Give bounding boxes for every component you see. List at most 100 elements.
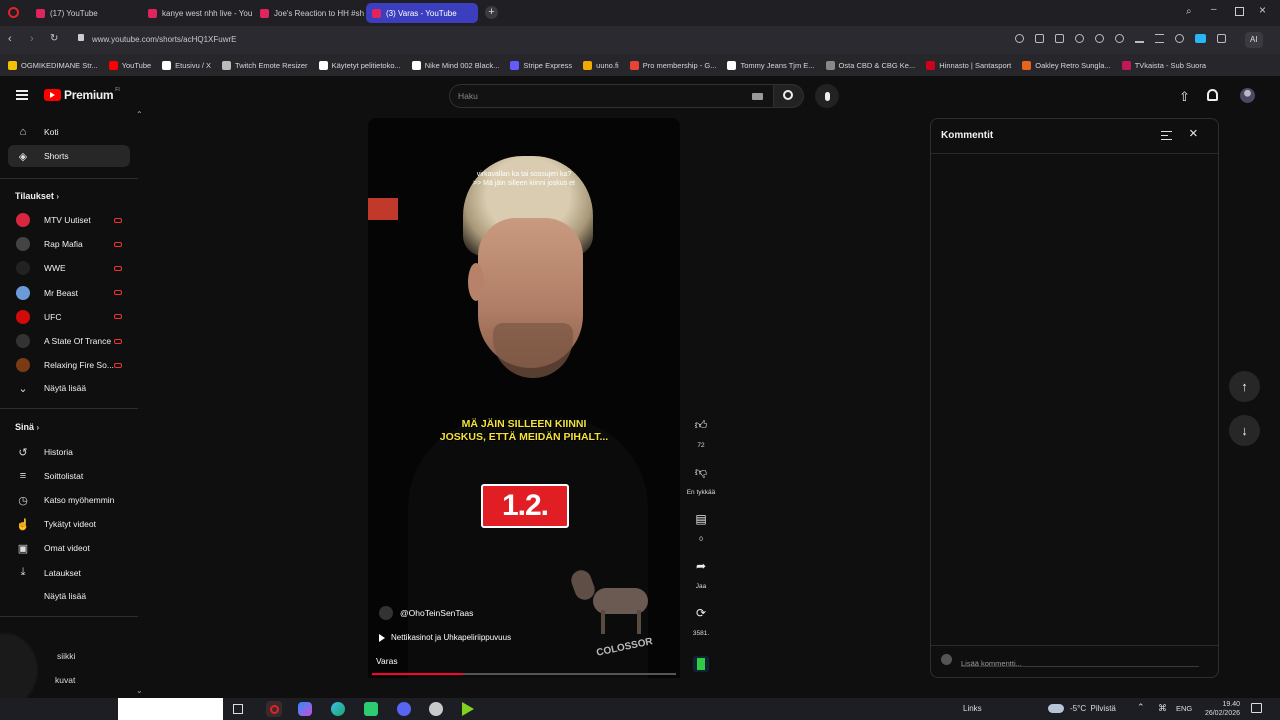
add-comment-input[interactable]: Lisää kommentti... xyxy=(961,653,1199,668)
share-button[interactable]: ➦ Jaa xyxy=(688,553,714,590)
browser-tab[interactable]: kanye west nhh live - You xyxy=(142,3,252,23)
browser-tab[interactable]: (17) YouTube xyxy=(30,3,140,23)
edge-icon[interactable] xyxy=(331,702,345,716)
sidebar-subscription[interactable]: UFC xyxy=(8,306,130,328)
sidebar-item-soittolistat[interactable]: ≡ Soittolistat xyxy=(8,465,130,487)
sidebar-partial-item[interactable]: siikki xyxy=(57,651,75,661)
upload-icon[interactable]: ⇧ xyxy=(1179,89,1190,105)
you-header[interactable]: Sinä › xyxy=(15,422,39,432)
bookmark-item[interactable]: Hinnasto | Santasport xyxy=(926,60,1011,70)
links-toolbar[interactable]: Links xyxy=(963,704,982,713)
zoom-icon[interactable] xyxy=(1015,34,1024,43)
url-field[interactable]: www.youtube.com/shorts/acHQ1XFuwrE xyxy=(92,35,237,44)
forward-button[interactable]: › xyxy=(30,33,34,45)
bookmark-item[interactable]: YouTube xyxy=(108,60,151,70)
bookmark-item[interactable]: Twitch Emote Resizer xyxy=(222,60,308,70)
scroll-up-arrow[interactable]: ⌃ xyxy=(136,110,143,119)
bookmark-item[interactable]: uuno.fi xyxy=(583,60,619,70)
new-tab-button[interactable]: + xyxy=(485,6,498,19)
app-icon[interactable] xyxy=(429,702,443,716)
sort-icon[interactable] xyxy=(1161,131,1172,140)
subscriptions-header[interactable]: Tilaukset › xyxy=(15,191,59,201)
heart-icon[interactable] xyxy=(1115,34,1124,43)
browser-tab[interactable]: Joe's Reaction to HH #sh xyxy=(254,3,364,23)
sidebar-partial-item[interactable]: kuvat xyxy=(55,675,75,685)
voice-search-button[interactable] xyxy=(815,84,839,108)
browser-tab-active[interactable]: (3) Varas - YouTube xyxy=(366,3,478,23)
sidebar-subscription[interactable]: Rap Mafia xyxy=(8,233,130,255)
sidebar-subscription[interactable]: A State Of Trance xyxy=(8,330,130,352)
thumbs-up-button[interactable]: 👍︎ 72 xyxy=(688,412,714,450)
close-comments-icon[interactable]: × xyxy=(1189,125,1198,142)
sidebar-show-more[interactable]: ⌄ Näytä lisää xyxy=(8,377,130,399)
search-box[interactable]: Haku xyxy=(449,84,774,108)
bookmark-item[interactable]: Nike Mind 002 Black... xyxy=(411,60,499,70)
sidebar-item-omat-videot[interactable]: ▣ Omat videot xyxy=(8,537,130,559)
maximize-button[interactable] xyxy=(1235,7,1244,16)
minimize-button[interactable]: – xyxy=(1211,4,1217,15)
bookmark-item[interactable]: Tommy Jeans Tjm E... xyxy=(727,60,815,70)
opera-taskbar-icon[interactable] xyxy=(266,701,282,717)
progress-track[interactable] xyxy=(372,673,676,675)
weather-text[interactable]: -5°C Pilvistä xyxy=(1070,704,1116,713)
remix-button[interactable]: ⟳ 3581. xyxy=(688,600,714,637)
sidebar-item-tykätyt-videot[interactable]: ☝ Tykätyt videot xyxy=(8,513,130,535)
back-button[interactable]: ‹ xyxy=(8,33,12,45)
next-short-button[interactable]: ↓ xyxy=(1229,415,1260,446)
bookmark-item[interactable]: Stripe Express xyxy=(510,60,572,70)
reload-button[interactable]: ↻ xyxy=(50,33,58,44)
previous-short-button[interactable]: ↑ xyxy=(1229,371,1260,402)
tray-chevron-icon[interactable]: ⌃ xyxy=(1137,702,1145,713)
sidebar-item-home[interactable]: ⌂ Koti xyxy=(8,121,130,143)
close-window-button[interactable]: × xyxy=(1259,3,1266,17)
sidebar-item-shorts[interactable]: ◈ Shorts xyxy=(8,145,130,167)
game-launcher-icon[interactable] xyxy=(462,702,474,716)
bookmark-item[interactable]: Oakley Retro Sungla... xyxy=(1022,60,1111,70)
notification-center-icon[interactable] xyxy=(1251,703,1262,713)
sidebar-item-katso-myöhemmin[interactable]: ◷ Katso myöhemmin xyxy=(8,489,130,511)
clock[interactable]: 19.40 26/02/2026 xyxy=(1200,700,1240,718)
bookmark-item[interactable]: OGMIKEDIMANE Str... xyxy=(8,60,98,70)
network-icon[interactable]: ⌘ xyxy=(1158,703,1167,714)
edit-icon[interactable] xyxy=(1035,34,1044,43)
bookmark-item[interactable]: Pro membership - G... xyxy=(629,60,716,70)
comment-button[interactable]: ▤ 0 xyxy=(688,506,714,543)
copilot-icon[interactable] xyxy=(298,702,312,716)
spotify-like-icon[interactable] xyxy=(364,702,378,716)
sidebar-subscription[interactable]: Mr Beast xyxy=(8,282,130,304)
discord-icon[interactable] xyxy=(397,702,411,716)
tab-search-icon[interactable]: ⌕ xyxy=(1186,6,1192,17)
player-icon[interactable] xyxy=(1095,34,1104,43)
sidebar-show-more-2[interactable]: Näytä lisää xyxy=(8,585,130,607)
opera-logo-icon[interactable] xyxy=(8,7,19,18)
youtube-logo[interactable]: Premium FI xyxy=(44,87,120,102)
notifications-bell-icon[interactable] xyxy=(1207,89,1218,101)
thumbs-down-button[interactable]: 👎︎ En tykkää xyxy=(687,459,716,497)
bookmark-item[interactable]: Etusivu / X xyxy=(162,60,211,70)
sidebar-item-lataukset[interactable]: ⤓ Lataukset xyxy=(8,562,130,584)
sound-thumbnail[interactable] xyxy=(693,656,709,672)
bookmark-item[interactable]: TVkaista - Sub Suora xyxy=(1121,60,1206,70)
keyboard-icon[interactable] xyxy=(752,93,763,100)
language-indicator[interactable]: ENG xyxy=(1176,704,1192,713)
sidebar-item-historia[interactable]: ↺ Historia xyxy=(8,441,130,463)
extension-puzzle-icon[interactable] xyxy=(1217,34,1226,43)
scroll-down-arrow[interactable]: ⌄ xyxy=(136,686,143,695)
account-avatar[interactable] xyxy=(1240,88,1255,103)
sidebar-subscription[interactable]: Relaxing Fire So... xyxy=(8,354,130,376)
taskbar-search-box[interactable] xyxy=(118,698,223,720)
sidebar-subscription[interactable]: MTV Uutiset xyxy=(8,209,130,231)
profile-icon[interactable] xyxy=(1175,34,1184,43)
bookmark-item[interactable]: Osta CBD & CBG Ke... xyxy=(825,60,915,70)
camera-icon[interactable] xyxy=(1055,34,1064,43)
vpn-icon[interactable] xyxy=(1075,34,1084,43)
menu-icon[interactable] xyxy=(1155,34,1164,43)
task-view-icon[interactable] xyxy=(233,704,243,714)
bookmark-item[interactable]: Käytetyt pelitietoko... xyxy=(318,60,401,70)
playlist-link[interactable]: Nettikasinot ja Uhkapeliriippuvuus xyxy=(379,633,511,642)
extension-7tv-icon[interactable] xyxy=(1195,34,1206,43)
download-icon[interactable] xyxy=(1135,34,1144,43)
sidebar-subscription[interactable]: WWE xyxy=(8,257,130,279)
hamburger-menu-icon[interactable] xyxy=(16,90,28,100)
search-button[interactable] xyxy=(774,84,804,108)
